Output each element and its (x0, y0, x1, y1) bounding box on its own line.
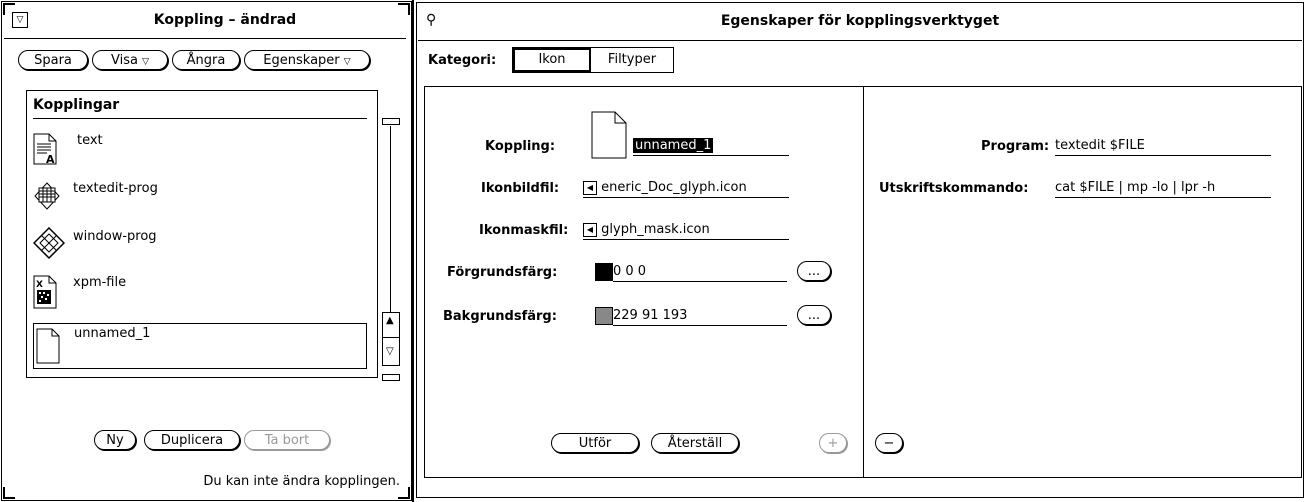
minus-icon: − (883, 436, 895, 451)
kopplingar-list: Kopplingar A text textedit-prog window-p… (26, 90, 378, 378)
pane-divider (863, 87, 864, 477)
scroll-down-arrow-icon[interactable]: ▽ (386, 347, 394, 357)
forgrund-field[interactable]: 0 0 0 (613, 263, 787, 282)
list-item-label: window-prog (73, 229, 157, 244)
forgrund-color-swatch (595, 263, 613, 281)
scroll-left-arrow-icon[interactable]: ◀ (583, 180, 597, 195)
bakgrund-field[interactable]: 229 91 193 (613, 307, 787, 326)
utfor-button[interactable]: Utför (551, 433, 639, 453)
resize-corner-bl[interactable] (3, 487, 15, 499)
kategori-label: Kategori: (428, 53, 497, 68)
list-item-window-prog[interactable]: window-prog (33, 225, 367, 269)
svg-text:A: A (46, 153, 55, 165)
scrollbar-elevator-divider (383, 337, 399, 338)
angra-label: Ångra (186, 53, 226, 68)
right-window: ⚲ Egenskaper för kopplingsverktyget Kate… (412, 0, 1306, 502)
aterstall-label: Återställ (667, 436, 723, 451)
duplicera-button[interactable]: Duplicera (144, 430, 240, 450)
tab-ikon-label: Ikon (538, 52, 566, 67)
scroll-left-arrow-icon[interactable]: ◀ (583, 222, 597, 237)
svg-text:X: X (36, 280, 43, 290)
textedit-app-icon (34, 182, 60, 210)
program-label: Program: (981, 139, 1050, 154)
list-item-label: text (77, 133, 103, 148)
utfor-label: Utför (578, 436, 612, 451)
egenskaper-label: Egenskaper (263, 53, 340, 68)
bakgrund-color-chooser-button[interactable]: ... (797, 305, 831, 325)
koppling-field[interactable]: unnamed_1 (633, 137, 789, 156)
bakgrund-value: 229 91 193 (613, 308, 688, 323)
chevron-down-icon: ▽ (343, 57, 351, 67)
tab-filtyper-label: Filtyper (607, 52, 657, 67)
utskriftskommando-field[interactable]: cat $FILE | mp -lo | lpr -h (1055, 179, 1271, 198)
bakgrund-color-swatch (595, 307, 613, 325)
content-panel: Koppling: unnamed_1 Ikonbildfil: ◀ eneri… (424, 86, 1302, 478)
scroll-up-arrow-icon[interactable]: ▲ (386, 316, 394, 326)
right-window-title: Egenskaper för kopplingsverktyget (720, 13, 1000, 29)
text-document-icon: A (33, 133, 57, 165)
koppling-document-icon (591, 111, 627, 159)
bakgrundsfarg-label: Bakgrundsfärg: (443, 309, 557, 324)
ikonmaskfil-field[interactable]: ◀ glyph_mask.icon (583, 221, 789, 240)
list-header: Kopplingar (33, 97, 120, 113)
list-item-label: unnamed_1 (74, 326, 151, 341)
utskriftskommando-label: Utskriftskommando: (879, 181, 1029, 196)
program-value: textedit $FILE (1055, 138, 1145, 153)
window-prog-icon (33, 227, 65, 259)
right-title-bar[interactable]: ⚲ Egenskaper för kopplingsverktyget (418, 4, 1302, 41)
koppling-label: Koppling: (485, 139, 556, 154)
forgrundsfarg-label: Förgrundsfärg: (447, 265, 558, 280)
remove-button[interactable]: − (875, 433, 903, 453)
scrollbar-track[interactable] (390, 126, 391, 312)
koppling-value: unnamed_1 (633, 138, 714, 153)
utskriftskommando-value: cat $FILE | mp -lo | lpr -h (1055, 180, 1216, 195)
scrollbar-elevator[interactable]: ▲ ▽ (382, 312, 400, 366)
list-item-text[interactable]: A text (33, 129, 367, 173)
scrollbar-top-cap[interactable] (382, 118, 400, 125)
ikonbildfil-value: eneric_Doc_glyph.icon (601, 180, 747, 195)
list-header-rule (33, 118, 367, 119)
ikonmaskfil-label: Ikonmaskfil: (479, 223, 569, 238)
category-selector[interactable]: Ikon Filtyper (512, 47, 674, 73)
ikonmaskfil-value: glyph_mask.icon (601, 222, 710, 237)
ny-label: Ny (106, 433, 124, 448)
visa-label: Visa (110, 53, 138, 68)
list-item-label: textedit-prog (73, 181, 158, 196)
left-window-title: Koppling – ändrad (153, 12, 297, 28)
aterstall-button[interactable]: Återställ (651, 433, 739, 453)
ta-bort-button[interactable]: Ta bort (244, 430, 330, 450)
list-item-xpm-file[interactable]: X xpm-file (33, 271, 367, 315)
spara-button[interactable]: Spara (18, 50, 88, 70)
ta-bort-label: Ta bort (264, 433, 310, 448)
spara-label: Spara (34, 53, 72, 68)
program-field[interactable]: textedit $FILE (1055, 137, 1271, 156)
list-scrollbar[interactable]: ▲ ▽ (382, 118, 400, 384)
ellipsis-icon: ... (807, 264, 821, 279)
egenskaper-menu-button[interactable]: Egenskaper ▽ (244, 50, 370, 70)
add-button[interactable]: + (819, 433, 847, 453)
ikonbildfil-label: Ikonbildfil: (481, 181, 560, 196)
forgrund-color-chooser-button[interactable]: ... (797, 261, 831, 281)
duplicera-label: Duplicera (160, 433, 224, 448)
window-menu-icon[interactable]: ▽ (12, 12, 28, 28)
list-item-textedit-prog[interactable]: textedit-prog (33, 177, 367, 221)
status-message: Du kan inte ändra kopplingen. (203, 474, 400, 489)
forgrund-value: 0 0 0 (613, 264, 647, 279)
visa-menu-button[interactable]: Visa ▽ (92, 50, 168, 70)
generic-document-icon (36, 328, 60, 364)
list-item-unnamed-1[interactable]: unnamed_1 (33, 323, 367, 369)
list-item-label: xpm-file (73, 275, 127, 290)
plus-icon: + (827, 436, 839, 451)
ny-button[interactable]: Ny (94, 430, 136, 450)
angra-button[interactable]: Ångra (172, 50, 240, 70)
left-title-bar[interactable]: ▽ Koppling – ändrad (4, 4, 406, 39)
scrollbar-bottom-cap[interactable] (382, 374, 400, 381)
ikonbildfil-field[interactable]: ◀ eneric_Doc_glyph.icon (583, 179, 789, 198)
xpm-file-icon: X (33, 275, 57, 309)
chevron-down-icon: ▽ (142, 57, 150, 67)
ellipsis-icon: ... (807, 308, 821, 323)
tab-ikon[interactable]: Ikon (513, 48, 591, 72)
left-window: ▽ Koppling – ändrad Spara Visa ▽ Ångra E… (0, 0, 412, 502)
tab-filtyper[interactable]: Filtyper (591, 48, 673, 72)
